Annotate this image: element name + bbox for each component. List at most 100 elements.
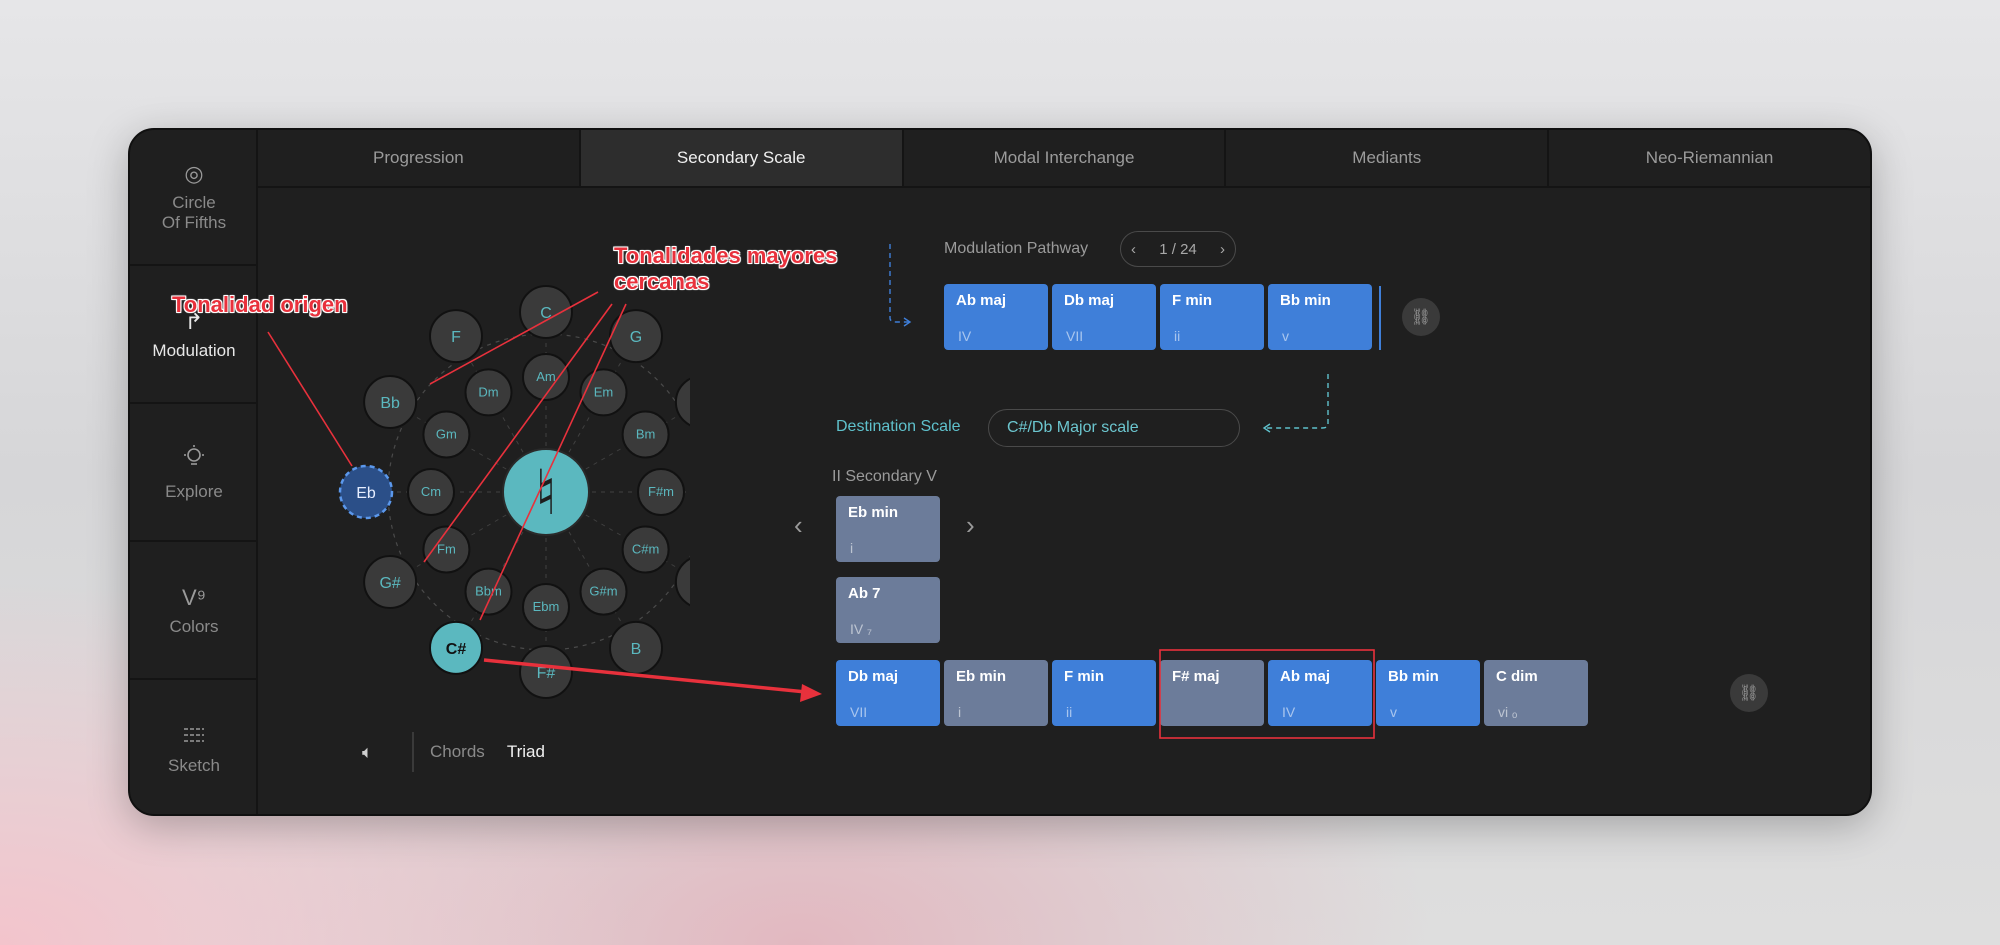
sidebar-item-label: Sketch bbox=[168, 756, 220, 775]
svg-text:Dm: Dm bbox=[478, 384, 498, 399]
chord-degree: vi ₒ bbox=[1498, 704, 1518, 720]
svg-text:C#: C# bbox=[446, 641, 467, 658]
app-window: ◎ Circle Of Fifths ↱ Modulation Explore … bbox=[128, 128, 1872, 816]
annotation-origin: Tonalidad origen bbox=[172, 292, 348, 317]
svg-text:Eb: Eb bbox=[356, 485, 376, 502]
svg-text:G#m: G#m bbox=[589, 584, 617, 599]
chord-degree: VII bbox=[1066, 328, 1084, 344]
svg-text:Ebm: Ebm bbox=[533, 599, 560, 614]
pathway-chord[interactable]: Bb min v bbox=[1268, 284, 1372, 350]
scale-chord[interactable]: Eb min i bbox=[944, 660, 1048, 726]
chord-degree: ii bbox=[1066, 704, 1073, 720]
secondary-chord[interactable]: Eb min i bbox=[836, 496, 940, 562]
secondary-v-label: II Secondary V bbox=[832, 468, 937, 485]
pager-prev-icon[interactable]: ‹ bbox=[1131, 241, 1136, 258]
major-key-c-sharp[interactable]: C# bbox=[429, 620, 483, 675]
minor-key-bbm[interactable]: Bbm bbox=[464, 567, 513, 616]
pathway-chord[interactable]: Ab maj IV bbox=[944, 284, 1048, 350]
svg-text:Bb: Bb bbox=[380, 395, 400, 412]
major-key-g-sharp[interactable]: G# bbox=[363, 555, 418, 609]
minor-key-g-sharpm[interactable]: G#m bbox=[579, 567, 628, 616]
svg-text:G#: G# bbox=[379, 575, 400, 592]
pager-next-icon[interactable]: › bbox=[1220, 241, 1225, 258]
chord-name: Ab maj bbox=[1280, 668, 1331, 685]
triad-toggle[interactable]: Triad bbox=[507, 742, 545, 762]
scale-chord[interactable]: Db maj VII bbox=[836, 660, 940, 726]
chord-name: Ab 7 bbox=[848, 585, 881, 602]
major-key-bb[interactable]: Bb bbox=[363, 375, 418, 429]
svg-text:F: F bbox=[451, 329, 461, 346]
minor-key-ebm[interactable]: Ebm bbox=[522, 583, 570, 631]
major-key-b[interactable]: B bbox=[609, 620, 663, 675]
minor-key-fm[interactable]: Fm bbox=[422, 525, 471, 574]
major-key-f[interactable]: F bbox=[429, 309, 483, 364]
chord-degree: ii bbox=[1174, 328, 1181, 344]
chord-name: Bb min bbox=[1388, 668, 1439, 685]
annotation-nearby-line1: Tonalidades mayores bbox=[614, 243, 838, 268]
scale-chord[interactable]: C dim vi ₒ bbox=[1484, 660, 1588, 726]
annotation-nearby-line2: cercanas bbox=[614, 269, 710, 294]
svg-text:Em: Em bbox=[594, 384, 614, 399]
prev-arrow-icon[interactable]: ‹ bbox=[794, 510, 803, 541]
chord-degree: v bbox=[1390, 704, 1397, 720]
tab-mediants[interactable]: Mediants bbox=[1226, 130, 1550, 186]
chord-degree: i bbox=[850, 540, 854, 556]
chord-name: Db maj bbox=[848, 668, 899, 685]
svg-text:Fm: Fm bbox=[437, 542, 456, 557]
secondary-chord[interactable]: Ab 7 IV ₇ bbox=[836, 577, 940, 643]
link-icon[interactable]: ⛓ bbox=[1730, 674, 1768, 712]
scale-chord[interactable]: Bb min v bbox=[1376, 660, 1480, 726]
svg-text:F#: F# bbox=[537, 665, 556, 682]
pathway-chord[interactable]: Db maj VII bbox=[1052, 284, 1156, 350]
chord-name: Eb min bbox=[956, 668, 1007, 685]
chord-name: F# maj bbox=[1172, 668, 1220, 685]
minor-key-cm[interactable]: Cm bbox=[407, 468, 455, 516]
minor-key-dm[interactable]: Dm bbox=[464, 368, 513, 417]
chord-degree: IV bbox=[958, 328, 972, 344]
scale-chord[interactable]: Ab maj IV bbox=[1268, 660, 1372, 726]
svg-text:F#m: F#m bbox=[648, 484, 674, 499]
minor-key-c-sharpm[interactable]: C#m bbox=[621, 525, 670, 574]
chord-degree: VII bbox=[850, 704, 868, 720]
link-icon[interactable]: ⛓ bbox=[1402, 298, 1440, 336]
scale-chord[interactable]: F min ii bbox=[1052, 660, 1156, 726]
minor-key-em[interactable]: Em bbox=[579, 368, 628, 417]
destination-scale-field[interactable]: C#/Db Major scale bbox=[988, 409, 1240, 447]
destination-scale-label: Destination Scale bbox=[836, 418, 961, 435]
playback-controls: 🔈︎ Chords Triad bbox=[362, 730, 545, 774]
svg-text:Cm: Cm bbox=[421, 484, 441, 499]
pathway-pager: ‹ 1 / 24 › bbox=[1120, 231, 1236, 267]
svg-text:C#m: C#m bbox=[632, 542, 659, 557]
chord-degree: v bbox=[1282, 328, 1289, 344]
major-key-eb[interactable]: Eb bbox=[338, 464, 394, 520]
chord-name: Ab maj bbox=[956, 292, 1007, 309]
next-arrow-icon[interactable]: › bbox=[966, 510, 975, 541]
svg-text:C: C bbox=[540, 305, 552, 322]
major-key-f-sharp[interactable]: F# bbox=[519, 645, 573, 699]
major-key-e[interactable]: E bbox=[674, 556, 690, 608]
scale-chord[interactable]: F# maj bbox=[1160, 660, 1264, 726]
pathway-chord[interactable]: F min ii bbox=[1160, 284, 1264, 350]
minor-key-bm[interactable]: Bm bbox=[621, 410, 670, 459]
major-key-g[interactable]: G bbox=[609, 309, 663, 364]
major-key-c[interactable]: C bbox=[519, 285, 573, 339]
chord-degree: IV bbox=[1282, 704, 1296, 720]
tab-neo-riemannian[interactable]: Neo-Riemannian bbox=[1549, 130, 1870, 186]
natural-sign-icon: ♮ bbox=[535, 459, 557, 528]
divider bbox=[412, 732, 414, 772]
chord-name: F min bbox=[1064, 668, 1104, 685]
chord-name: Bb min bbox=[1280, 292, 1331, 309]
svg-text:Gm: Gm bbox=[436, 427, 457, 442]
minor-key-f-sharpm[interactable]: F#m bbox=[637, 468, 685, 516]
minor-key-gm[interactable]: Gm bbox=[422, 410, 471, 459]
chord-name: Eb min bbox=[848, 504, 899, 521]
chords-label: Chords bbox=[430, 742, 485, 761]
speaker-icon[interactable]: 🔈︎ bbox=[362, 742, 402, 763]
chord-degree: IV ₇ bbox=[850, 621, 872, 637]
svg-text:B: B bbox=[631, 641, 642, 658]
svg-text:G: G bbox=[630, 329, 642, 346]
svg-text:Am: Am bbox=[536, 369, 556, 384]
major-key-d[interactable]: D bbox=[674, 376, 690, 428]
minor-key-am[interactable]: Am bbox=[522, 353, 570, 401]
tab-modal-interchange[interactable]: Modal Interchange bbox=[904, 130, 1227, 186]
